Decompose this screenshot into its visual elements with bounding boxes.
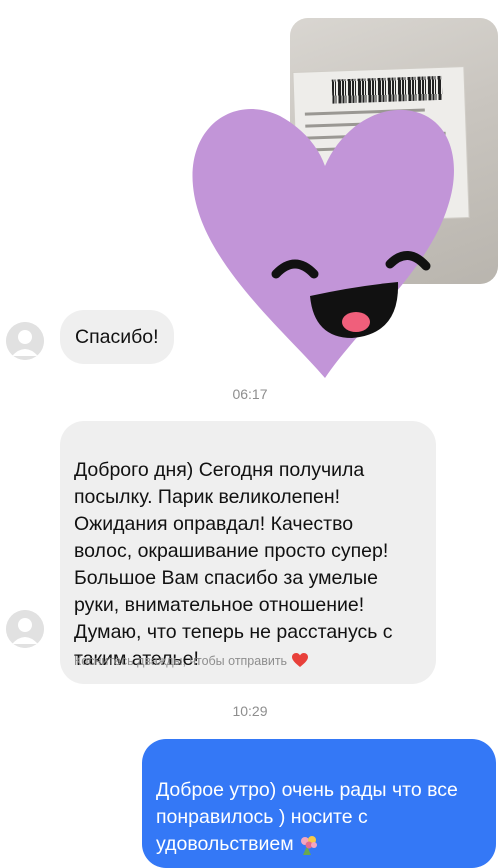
- heart-sticker[interactable]: [190, 86, 460, 381]
- message-bubble-incoming[interactable]: Спасибо!: [60, 310, 174, 364]
- message-bubble-incoming[interactable]: Доброго дня) Сегодня получила посылку. П…: [60, 421, 436, 684]
- bouquet-icon: [300, 835, 317, 855]
- message-bubble-outgoing[interactable]: Доброе утро) очень рады что все понравил…: [142, 739, 496, 868]
- avatar[interactable]: [6, 322, 44, 360]
- message-text: Доброго дня) Сегодня получила посылку. П…: [74, 459, 393, 670]
- timestamp: 10:29: [232, 703, 268, 719]
- timestamp: 06:17: [232, 386, 268, 402]
- heart-icon[interactable]: [292, 653, 309, 668]
- hint-text: Коснитесь дважды, чтобы отправить: [74, 653, 288, 668]
- avatar[interactable]: [6, 610, 44, 648]
- double-tap-hint[interactable]: Коснитесь дважды, чтобы отправить: [74, 653, 309, 668]
- sticker-tongue: [342, 312, 370, 332]
- message-text: Спасибо!: [75, 326, 159, 348]
- user-silhouette-icon: [6, 610, 44, 648]
- user-silhouette-icon: [6, 322, 44, 360]
